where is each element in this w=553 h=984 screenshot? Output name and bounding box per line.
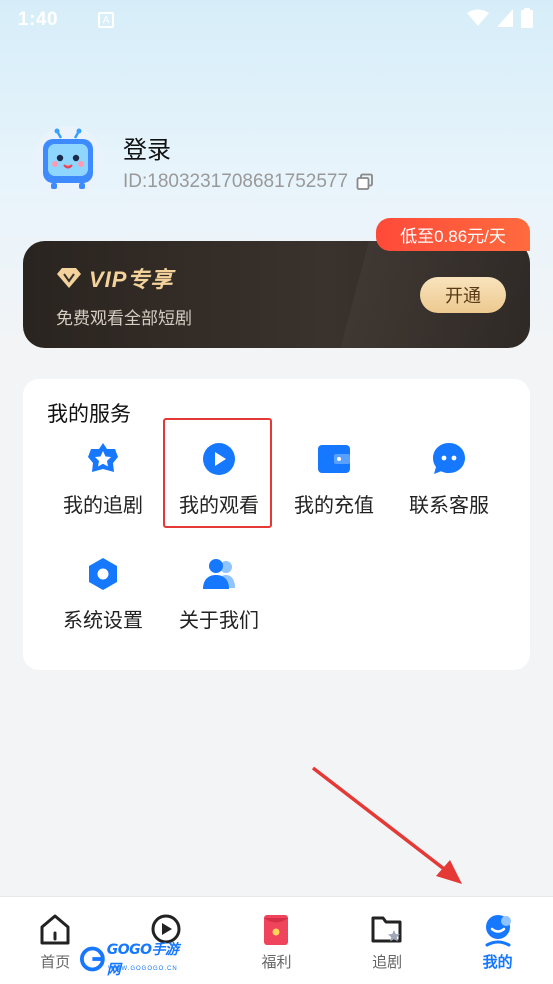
service-about-us[interactable]: 关于我们 bbox=[164, 552, 274, 648]
gogo-logo-icon bbox=[80, 946, 105, 972]
profile-header[interactable]: 登录 ID:1803231708681752577 bbox=[33, 126, 374, 196]
tab-mine[interactable]: 我的 bbox=[442, 897, 553, 984]
wifi-icon bbox=[467, 9, 489, 26]
tab-label: 福利 bbox=[261, 954, 292, 971]
profile-icon bbox=[485, 915, 511, 947]
tab-label: 追剧 bbox=[372, 954, 403, 971]
user-id: ID:1803231708681752577 bbox=[123, 170, 349, 192]
home-icon bbox=[40, 914, 70, 945]
copy-icon[interactable] bbox=[356, 173, 374, 191]
service-contact-support[interactable]: 联系客服 bbox=[394, 437, 504, 533]
star-icon bbox=[88, 443, 118, 472]
watermark-logo: GOGO手游网 WWW.GOGOGO.CN bbox=[80, 942, 188, 978]
service-label: 系统设置 bbox=[63, 610, 143, 632]
status-time: 1:40 bbox=[18, 9, 59, 30]
price-badge: 低至0.86元/天 bbox=[376, 218, 530, 251]
login-label[interactable]: 登录 bbox=[123, 130, 374, 165]
tv-mascot-icon bbox=[43, 128, 93, 189]
vip-card[interactable]: VIP专享 免费观看全部短剧 开通 bbox=[23, 241, 530, 348]
wallet-icon bbox=[318, 445, 350, 473]
tab-label: 我的 bbox=[482, 954, 513, 971]
service-label: 关于我们 bbox=[179, 610, 259, 632]
battery-icon bbox=[521, 8, 533, 28]
signal-icon bbox=[497, 9, 513, 27]
avatar[interactable] bbox=[33, 126, 103, 196]
users-icon bbox=[203, 559, 235, 589]
service-label: 我的充值 bbox=[294, 495, 374, 517]
diamond-icon bbox=[57, 268, 81, 288]
service-label: 我的追剧 bbox=[63, 495, 143, 517]
tab-label: 首页 bbox=[40, 954, 71, 971]
folder-star-icon bbox=[371, 916, 402, 943]
chat-icon bbox=[433, 443, 465, 474]
notification-icon: A bbox=[98, 12, 115, 28]
settings-icon bbox=[89, 558, 117, 590]
highlight-box bbox=[163, 418, 272, 528]
watermark-url: WWW.GOGOGO.CN bbox=[108, 966, 178, 972]
service-system-settings[interactable]: 系统设置 bbox=[48, 552, 158, 648]
service-my-recharge[interactable]: 我的充值 bbox=[279, 437, 389, 533]
status-bar: 1:40 A bbox=[0, 0, 553, 40]
service-label: 联系客服 bbox=[409, 495, 489, 517]
vip-open-button[interactable]: 开通 bbox=[420, 277, 506, 313]
service-my-follow[interactable]: 我的追剧 bbox=[48, 437, 158, 533]
services-title: 我的服务 bbox=[47, 403, 131, 426]
user-id-row: ID:1803231708681752577 bbox=[123, 171, 374, 193]
tab-welfare[interactable]: 福利 bbox=[221, 897, 332, 984]
vip-subtitle: 免费观看全部短剧 bbox=[56, 309, 192, 328]
status-indicators bbox=[467, 8, 533, 28]
watermark-text: GOGO手游网 bbox=[106, 942, 179, 978]
gift-icon bbox=[264, 915, 289, 945]
profile-info: 登录 ID:1803231708681752577 bbox=[123, 130, 374, 193]
vip-title-row: VIP专享 bbox=[55, 262, 173, 294]
tab-follow[interactable]: 追剧 bbox=[332, 897, 443, 984]
services-panel: 我的服务 我的追剧 我的观看 我的充值 联系客服 系统设置 关于我们 bbox=[23, 379, 530, 670]
vip-title: VIP专享 bbox=[89, 267, 174, 292]
